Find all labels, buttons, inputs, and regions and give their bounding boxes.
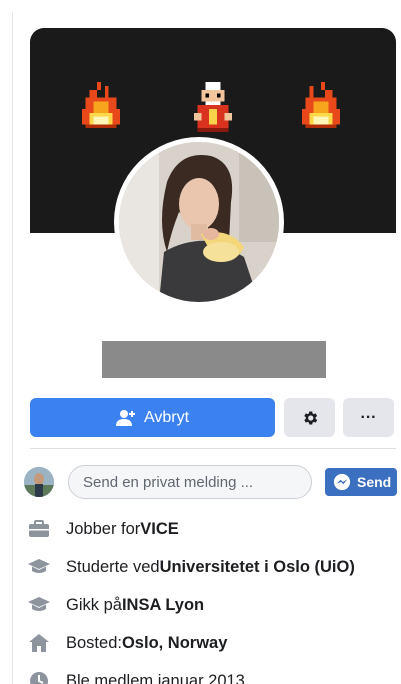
intro-school-prefix: Gikk på — [66, 595, 122, 614]
graduation-cap-icon — [28, 556, 50, 578]
fire-sprite-icon — [81, 82, 121, 129]
intro-joined-text: Ble medlem januar 2013 — [66, 671, 245, 684]
intro-studied-prefix: Studerte ved — [66, 557, 160, 576]
profile-photo — [119, 142, 279, 302]
send-label: Send — [357, 474, 392, 490]
redacted-name — [102, 341, 326, 378]
intro-location-prefix: Bosted: — [66, 633, 122, 652]
private-message-input[interactable] — [68, 465, 312, 499]
intro-work: Jobber for VICE — [28, 510, 400, 548]
more-label: ··· — [360, 408, 377, 426]
intro-school: Gikk på INSA Lyon — [28, 586, 400, 624]
intro-studied-school[interactable]: Universitetet i Oslo (UiO) — [160, 558, 355, 577]
more-options-button[interactable]: ··· — [343, 398, 394, 437]
avatar-photo-icon — [24, 467, 54, 497]
send-button[interactable]: Send — [325, 468, 397, 496]
message-composer: Send — [24, 464, 400, 500]
profile-picture[interactable] — [114, 137, 284, 307]
graduation-cap-icon — [28, 594, 50, 616]
viewer-avatar — [24, 467, 54, 497]
messenger-icon — [333, 473, 351, 491]
intro-joined: Ble medlem januar 2013 — [28, 662, 400, 684]
home-icon — [28, 632, 50, 654]
intro-location: Bosted: Oslo, Norway — [28, 624, 400, 662]
briefcase-icon — [28, 518, 50, 540]
cancel-button-label: Avbryt — [143, 408, 190, 426]
intro-location-city[interactable]: Oslo, Norway — [122, 634, 227, 653]
settings-button[interactable] — [284, 398, 335, 437]
cancel-friend-request-button[interactable]: Avbryt — [30, 398, 275, 437]
intro-studied: Studerte ved Universitetet i Oslo (UiO) — [28, 548, 400, 586]
divider — [30, 448, 396, 449]
clock-icon — [28, 670, 50, 684]
wizard-sprite-icon — [193, 82, 233, 132]
gear-icon — [303, 410, 317, 425]
intro-work-prefix: Jobber for — [66, 519, 141, 538]
profile-actions: Avbryt ··· — [30, 398, 396, 438]
fire-sprite-icon — [301, 82, 341, 129]
intro-work-employer[interactable]: VICE — [140, 520, 179, 539]
intro-school-name[interactable]: INSA Lyon — [122, 596, 204, 615]
user-plus-icon — [115, 409, 135, 426]
intro-list: Jobber for VICE Studerte ved Universitet… — [28, 510, 400, 684]
person-photo-icon — [119, 142, 279, 302]
